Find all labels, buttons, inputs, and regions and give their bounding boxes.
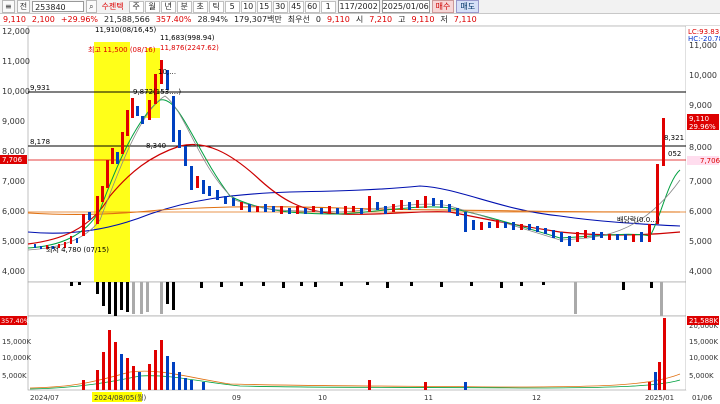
svg-text:11: 11 — [424, 394, 433, 402]
y-tick: 6,000 — [2, 207, 25, 216]
annotation: 11,876(2247.62) — [160, 44, 219, 52]
y-tick-right: 8,000 — [689, 143, 712, 152]
level-label: 9,931 — [30, 84, 50, 92]
toolbar: ≡ 전 253840 ⌕ 수젠텍 주 월 년 분 초 틱 5 10 15 30 … — [0, 0, 720, 14]
date-input[interactable]: 2025/01/06 — [381, 0, 430, 13]
annotation: 8,321 — [664, 134, 684, 142]
annotation: 10,… — [158, 68, 176, 76]
period-30-button[interactable]: 30 — [272, 0, 288, 13]
y-tick: 10,000 — [2, 87, 30, 96]
market-select[interactable]: 전 — [16, 0, 31, 13]
y-tick: 7,000 — [2, 177, 25, 186]
annotation: 11,683(998.94) — [160, 34, 215, 42]
svg-text:12: 12 — [532, 394, 541, 402]
y-tick-right: 9,000 — [689, 101, 712, 110]
svg-text:09: 09 — [232, 394, 241, 402]
annotation: 최저 4,780 (07/15) — [46, 245, 109, 254]
period-45-button[interactable]: 45 — [288, 0, 304, 13]
menu-icon[interactable]: ≡ — [2, 0, 15, 13]
stock-code-input[interactable]: 253840 — [32, 1, 85, 12]
svg-text:01/06: 01/06 — [692, 394, 713, 402]
quote-preferred-label: 최우선 — [287, 15, 310, 24]
svg-text:10: 10 — [318, 394, 327, 402]
quote-turnover: 28.94% — [197, 15, 228, 24]
quote-open: 7,210 — [369, 15, 393, 24]
stock-chart[interactable]: 12,000 11,000 10,000 9,000 8,000 7,000 6… — [0, 26, 720, 404]
y-tick: 12,000 — [2, 27, 30, 36]
svg-text:2024/08/05(월): 2024/08/05(월) — [94, 393, 147, 402]
period-month-button[interactable]: 월 — [144, 0, 160, 13]
quote-change: 2,100 — [31, 15, 55, 24]
period-10-button[interactable]: 10 — [240, 0, 256, 13]
right-rate: 29.96% — [689, 123, 716, 131]
svg-text:10,000K: 10,000K — [2, 354, 31, 362]
level-label: 8,178 — [30, 138, 50, 146]
svg-text:15,000K: 15,000K — [2, 338, 31, 346]
y-tick: 11,000 — [2, 57, 30, 66]
period-1-button[interactable]: 1 — [320, 0, 336, 13]
quote-high: 9,110 — [411, 15, 435, 24]
period-15-button[interactable]: 15 — [256, 0, 272, 13]
quote-volume-ratio: 357.40% — [155, 15, 192, 24]
quote-volume: 21,588,566 — [104, 15, 150, 24]
period-week-button[interactable]: 주 — [128, 0, 144, 13]
buy-button[interactable]: 매수 — [431, 0, 455, 13]
y-tick: 9,000 — [2, 117, 25, 126]
quote-low-label: 저 — [440, 15, 448, 24]
annotation: 052 — [668, 150, 681, 158]
quote-open-label: 시 — [355, 15, 364, 24]
level-label: 7,706 — [2, 156, 23, 164]
hc-label: HC:-20.78 — [688, 35, 720, 43]
period-5-button[interactable]: 5 — [224, 0, 240, 13]
period-minute-button[interactable]: 분 — [176, 0, 192, 13]
volume-right-value: 21,588K — [689, 317, 718, 325]
y-tick: 8,000 — [2, 147, 25, 156]
period-60-button[interactable]: 60 — [304, 0, 320, 13]
svg-text:2025/01: 2025/01 — [645, 394, 674, 402]
right-price: 9,110 — [689, 115, 709, 123]
right-prev: 7,706 — [700, 157, 720, 165]
sell-button[interactable]: 매도 — [456, 0, 480, 13]
search-icon[interactable]: ⌕ — [86, 0, 97, 13]
svg-text:5,000K: 5,000K — [689, 372, 714, 380]
annotation: 배당락(0.0…) — [617, 215, 660, 224]
quote-bar: 9,110 2,100 +29.96% 21,588,566 357.40% 2… — [0, 14, 720, 26]
y-tick-right: 4,000 — [689, 267, 712, 276]
annotation: 11,910(08/16,45) — [95, 26, 157, 34]
quote-amount: 179,307백만 — [233, 15, 282, 24]
svg-text:5,000K: 5,000K — [2, 372, 27, 380]
x-axis: 2024/07 2024/08/05(월) 09 10 11 12 2025/0… — [30, 392, 713, 402]
y-tick-right: 5,000 — [689, 237, 712, 246]
quote-current: 9,110 — [326, 15, 350, 24]
svg-text:2024/07: 2024/07 — [30, 394, 59, 402]
quote-high-label: 고 — [398, 15, 406, 24]
quote-price: 9,110 — [3, 15, 26, 24]
period-buttons: 주 월 년 분 초 틱 5 10 15 30 45 60 1 — [128, 0, 336, 13]
svg-text:10,000K: 10,000K — [689, 354, 718, 362]
y-tick-right: 7,000 — [689, 177, 712, 186]
period-year-button[interactable]: 년 — [160, 0, 176, 13]
annotation: 8,340 — [146, 142, 166, 150]
page-counter[interactable]: 117/2002 — [337, 0, 380, 13]
y-tick: 4,000 — [2, 267, 25, 276]
svg-text:15,000K: 15,000K — [689, 338, 718, 346]
annotation: 최고 11,500 (08/16) — [88, 45, 156, 54]
period-tick-button[interactable]: 틱 — [208, 0, 224, 13]
y-tick: 5,000 — [2, 237, 25, 246]
quote-low: 7,110 — [453, 15, 477, 24]
annotation: 9,872(153.…) — [133, 88, 181, 96]
volume-left-pct: 357.40% — [1, 317, 30, 325]
stock-name: 수젠텍 — [101, 2, 124, 11]
y-tick-right: 10,000 — [689, 71, 717, 80]
quote-preferred-qty: 0 — [315, 15, 321, 24]
y-tick-right: 6,000 — [689, 207, 712, 216]
period-second-button[interactable]: 초 — [192, 0, 208, 13]
quote-change-rate: +29.96% — [60, 15, 99, 24]
